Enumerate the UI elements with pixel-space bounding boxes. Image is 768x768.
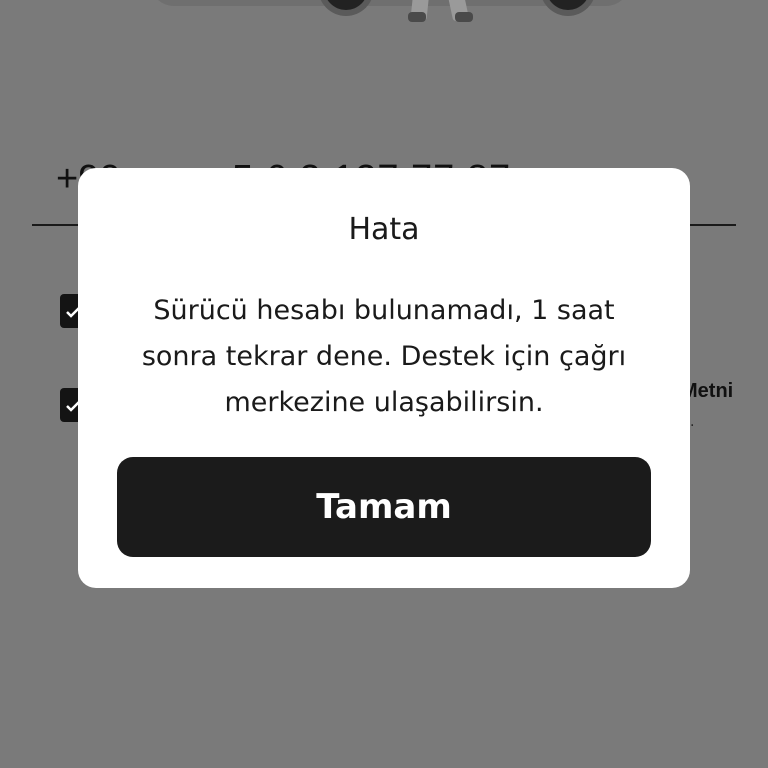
error-dialog: Hata Sürücü hesabı bulunamadı, 1 saat so… <box>78 168 690 588</box>
dialog-title: Hata <box>348 212 420 247</box>
person-shoe <box>408 12 426 22</box>
car-wheel <box>318 0 374 16</box>
terms-dot: . <box>690 414 695 430</box>
dialog-message: Sürücü hesabı bulunamadı, 1 saat sonra t… <box>141 295 627 418</box>
ok-button[interactable]: Tamam <box>117 457 651 557</box>
person-shoe <box>455 12 473 22</box>
car-wheel <box>540 0 596 16</box>
car-illustration <box>0 0 768 40</box>
